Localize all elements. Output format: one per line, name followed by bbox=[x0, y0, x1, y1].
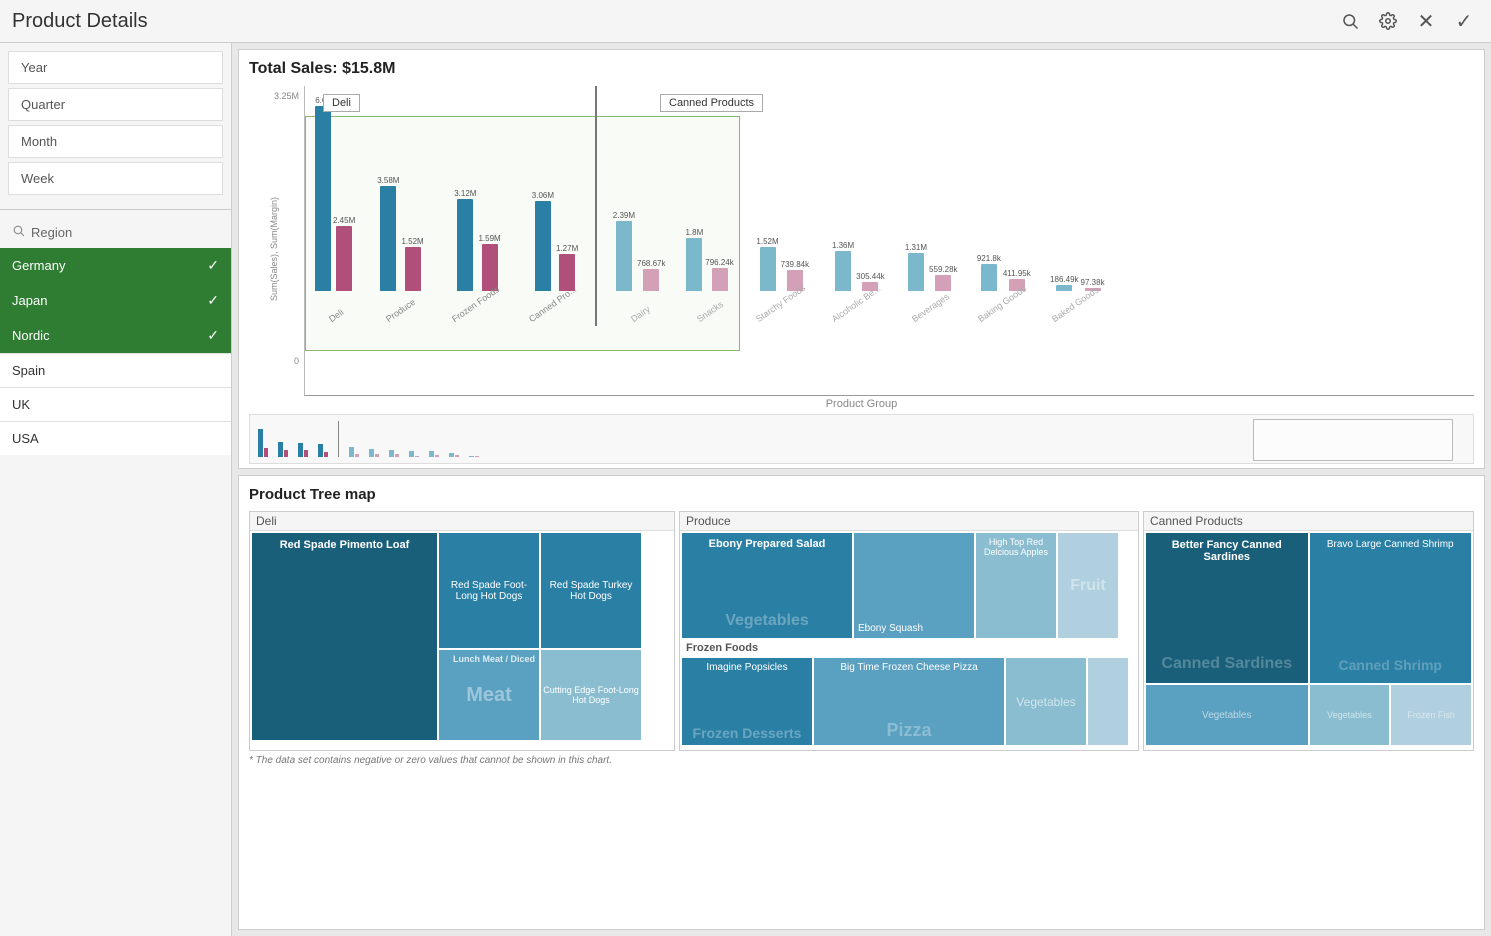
sidebar-item-germany[interactable]: Germany ✓ bbox=[0, 248, 231, 283]
sidebar-item-spain[interactable]: Spain bbox=[0, 353, 231, 387]
minimap-thumb[interactable] bbox=[1253, 419, 1453, 461]
x-axis-label: Product Group bbox=[249, 398, 1474, 410]
deli-section-label: Deli bbox=[250, 512, 674, 531]
bar-beverages-sales bbox=[908, 253, 924, 291]
tm-frozen-small bbox=[1088, 658, 1128, 745]
tm-canned-fish: Frozen Fish bbox=[1391, 685, 1471, 745]
y-tick-top: 3.25M bbox=[274, 91, 299, 101]
canned-section-label: Canned Products bbox=[1144, 512, 1473, 531]
bar-group-frozen: 3.12M 1.59M Frozen Foods bbox=[450, 189, 506, 326]
bar-dairy-sales bbox=[616, 221, 632, 291]
tm-produce-salad: Ebony Prepared Salad Vegetables bbox=[682, 533, 852, 638]
check-icon-germany: ✓ bbox=[207, 257, 219, 274]
bar-canned-sales bbox=[535, 201, 551, 291]
tm-deli-turkey: Red Spade Turkey Hot Dogs bbox=[541, 533, 641, 648]
check-icon-japan: ✓ bbox=[207, 292, 219, 309]
tm-frozen-popsicles: Imagine Popsicles Frozen Desserts bbox=[682, 658, 812, 745]
chart-panel: Total Sales: $15.8M 3.25M 0 Sum(Sales), … bbox=[238, 49, 1485, 469]
y-tick-bottom: 0 bbox=[294, 356, 299, 366]
tm-canned-veg2: Vegetables bbox=[1310, 685, 1390, 745]
chart-minimap[interactable] bbox=[249, 414, 1474, 464]
tm-produce-fruit: Fruit bbox=[1058, 533, 1118, 638]
treemap-deli-section: Deli Red Spade Pimento Loaf Red Spade Fo… bbox=[249, 511, 675, 751]
sidebar-filter-quarter[interactable]: Quarter bbox=[8, 88, 223, 121]
tm-produce-apples: High Top Red Delcious Apples bbox=[976, 533, 1056, 638]
page-title: Product Details bbox=[12, 10, 148, 33]
tm-frozen-veg: Vegetables bbox=[1006, 658, 1086, 745]
sidebar-filter-year[interactable]: Year bbox=[8, 51, 223, 84]
treemap-produce-section: Produce Ebony Prepared Salad Vegetables … bbox=[679, 511, 1139, 751]
chart-title: Total Sales: $15.8M bbox=[249, 60, 1474, 78]
tm-deli-footlong: Red Spade Foot-Long Hot Dogs bbox=[439, 533, 539, 648]
sidebar-item-uk[interactable]: UK bbox=[0, 387, 231, 421]
tm-deli-pimento: Red Spade Pimento Loaf bbox=[252, 533, 437, 740]
sidebar-item-nordic[interactable]: Nordic ✓ bbox=[0, 318, 231, 353]
callout-deli: Deli bbox=[323, 94, 360, 112]
tm-frozen-pizza: Big Time Frozen Cheese Pizza Pizza bbox=[814, 658, 1004, 745]
bar-group-produce: 3.58M 1.52M Produce bbox=[377, 176, 423, 326]
tm-deli-meat: Meat Lunch Meat / Diced bbox=[439, 650, 539, 740]
bar-deli-margin bbox=[336, 226, 352, 291]
bar-snacks-sales bbox=[686, 238, 702, 291]
bar-frozen-sales bbox=[457, 199, 473, 291]
category-divider bbox=[595, 86, 597, 326]
produce-section-label: Produce bbox=[680, 512, 1138, 531]
bar-baked-sales bbox=[1056, 285, 1072, 291]
bar-produce-margin bbox=[405, 247, 421, 291]
bar-baking-sales bbox=[981, 264, 997, 291]
region-header: Region bbox=[0, 216, 231, 248]
bar-group-baked: 186.49k 97.38k Baked Goods bbox=[1050, 275, 1105, 326]
tm-canned-veg1: Vegetables bbox=[1146, 685, 1308, 745]
settings-button[interactable] bbox=[1373, 6, 1403, 36]
region-label: Region bbox=[31, 225, 72, 240]
treemap-title: Product Tree map bbox=[249, 486, 1474, 503]
y-axis-label: Sum(Sales), Sum(Margin) bbox=[269, 251, 279, 301]
bar-starchy-sales bbox=[760, 247, 776, 291]
bar-group-canned: 3.06M 1.27M Canned Pro... bbox=[527, 191, 583, 326]
bar-beverages-margin bbox=[935, 275, 951, 291]
search-icon bbox=[12, 224, 25, 240]
sidebar-item-usa[interactable]: USA bbox=[0, 421, 231, 455]
header-toolbar: ✕ ✓ bbox=[1335, 6, 1479, 36]
close-button[interactable]: ✕ bbox=[1411, 6, 1441, 36]
sidebar-filter-month[interactable]: Month bbox=[8, 125, 223, 158]
callout-canned: Canned Products bbox=[660, 94, 763, 112]
treemap-canned-section: Canned Products Better Fancy Canned Sard… bbox=[1143, 511, 1474, 751]
sidebar: Year Quarter Month Week Region Germany ✓… bbox=[0, 43, 232, 936]
sidebar-filter-week[interactable]: Week bbox=[8, 162, 223, 195]
bar-dairy-margin bbox=[643, 269, 659, 291]
check-icon-nordic: ✓ bbox=[207, 327, 219, 344]
bar-group-starchy: 1.52M 739.84k Starchy Foods bbox=[754, 237, 812, 326]
tm-canned-sardines-main: Better Fancy Canned Sardines Canned Sard… bbox=[1146, 533, 1308, 683]
tm-canned-shrimp-main: Bravo Large Canned Shrimp Canned Shrimp bbox=[1310, 533, 1472, 683]
bar-group-snacks: 1.8M 796.24k Snacks bbox=[685, 228, 733, 326]
tm-produce-squash: Ebony Squash bbox=[854, 533, 974, 638]
bar-group-deli: 6.6.. 2.45M Deli bbox=[315, 96, 355, 326]
bar-group-dairy: 2.39M 768.67k Dairy bbox=[613, 211, 666, 326]
bar-group-beverages: 1.31M 559.28k Beverages bbox=[905, 243, 958, 326]
tm-canned-small-group: Vegetables Frozen Fish bbox=[1310, 685, 1472, 745]
bar-group-alcoholic: 1.36M 305.44k Alcoholic Be... bbox=[830, 241, 887, 326]
search-button[interactable] bbox=[1335, 6, 1365, 36]
treemap-panel: Product Tree map Deli Red Spade Pimento … bbox=[238, 475, 1485, 930]
check-button[interactable]: ✓ bbox=[1449, 6, 1479, 36]
tm-deli-cutting: Cutting Edge Foot-Long Hot Dogs bbox=[541, 650, 641, 740]
treemap-note: * The data set contains negative or zero… bbox=[249, 755, 1474, 766]
frozen-section-sublabel: Frozen Foods bbox=[682, 640, 762, 656]
bar-group-baking: 921.8k 411.95k Baking Goods bbox=[976, 254, 1033, 326]
bar-produce-sales bbox=[380, 186, 396, 291]
bar-deli-sales bbox=[315, 106, 331, 291]
bar-alcoholic-sales bbox=[835, 251, 851, 291]
bar-snacks-margin bbox=[712, 268, 728, 291]
sidebar-item-japan[interactable]: Japan ✓ bbox=[0, 283, 231, 318]
